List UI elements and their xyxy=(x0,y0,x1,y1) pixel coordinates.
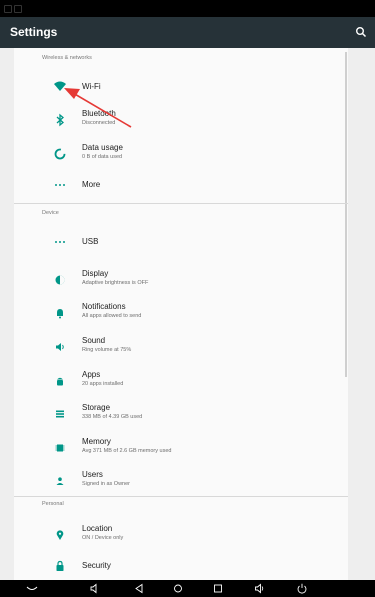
item-summary: ON / Device only xyxy=(82,535,124,541)
item-summary: 20 apps installed xyxy=(82,381,124,387)
section-header-wireless: Wireless & networks xyxy=(42,55,92,61)
item-summary: 0 B of data used xyxy=(82,154,123,160)
item-title: Bluetooth xyxy=(82,109,116,118)
settings-item-security[interactable]: Security xyxy=(14,552,348,582)
more-icon xyxy=(55,241,65,243)
item-title: Display xyxy=(82,269,109,278)
status-icon xyxy=(4,5,12,13)
power-icon[interactable] xyxy=(296,583,308,594)
settings-item-location[interactable]: Location ON / Device only xyxy=(14,521,348,551)
bluetooth-icon xyxy=(56,113,64,127)
divider xyxy=(14,496,348,497)
item-title: Notifications xyxy=(82,302,126,311)
status-icon xyxy=(14,5,22,13)
item-title: Sound xyxy=(82,336,106,345)
settings-item-more[interactable]: More xyxy=(14,171,348,201)
data-usage-icon xyxy=(54,148,66,160)
item-title: Storage xyxy=(82,403,111,412)
right-gutter xyxy=(348,48,375,580)
status-bar xyxy=(0,0,375,17)
collapse-icon[interactable] xyxy=(26,583,38,594)
settings-item-notifications[interactable]: Notifications All apps allowed to send xyxy=(14,299,348,329)
wifi-icon xyxy=(54,81,66,91)
item-title: Apps xyxy=(82,370,101,379)
volume-icon xyxy=(56,343,64,351)
bell-icon xyxy=(57,309,63,319)
settings-item-apps[interactable]: Apps 20 apps installed xyxy=(14,367,348,397)
divider xyxy=(14,203,348,204)
settings-item-users[interactable]: Users Signed in as Owner xyxy=(14,467,348,497)
item-summary: Disconnected xyxy=(82,120,116,126)
settings-item-data-usage[interactable]: Data usage 0 B of data used xyxy=(14,140,348,170)
item-title: Users xyxy=(82,470,103,479)
item-title: Wi-Fi xyxy=(82,82,101,91)
item-summary: Avg 371 MB of 2.6 GB memory used xyxy=(82,448,172,454)
storage-icon xyxy=(56,410,64,418)
section-header-personal: Personal xyxy=(42,501,64,507)
settings-item-display[interactable]: Display Adaptive brightness is OFF xyxy=(14,266,348,296)
volume-up-icon[interactable] xyxy=(254,583,266,594)
item-title: More xyxy=(82,180,101,189)
item-title: Data usage xyxy=(82,143,123,152)
item-title: USB xyxy=(82,237,99,246)
recents-icon[interactable] xyxy=(212,583,224,594)
more-icon xyxy=(55,184,65,186)
volume-down-icon[interactable] xyxy=(89,583,101,594)
settings-item-wifi[interactable]: Wi-Fi xyxy=(14,73,348,103)
settings-item-memory[interactable]: Memory Avg 371 MB of 2.6 GB memory used xyxy=(14,434,348,464)
section-header-device: Device xyxy=(42,210,59,216)
item-title: Security xyxy=(82,561,111,570)
item-summary: 338 MB of 4.39 GB used xyxy=(82,414,143,420)
back-icon[interactable] xyxy=(133,583,145,594)
location-pin-icon xyxy=(56,530,64,540)
memory-icon xyxy=(55,444,65,452)
navigation-bar xyxy=(0,580,375,597)
left-gutter xyxy=(0,48,14,580)
page-title: Settings xyxy=(10,25,58,39)
settings-item-usb[interactable]: USB xyxy=(14,228,348,258)
app-bar: Settings xyxy=(0,17,375,48)
home-icon[interactable] xyxy=(172,583,184,594)
settings-item-sound[interactable]: Sound Ring volume at 75% xyxy=(14,333,348,363)
settings-item-bluetooth[interactable]: Bluetooth Disconnected xyxy=(14,106,348,136)
person-icon xyxy=(56,477,64,485)
settings-item-storage[interactable]: Storage 338 MB of 4.39 GB used xyxy=(14,400,348,430)
item-summary: Ring volume at 75% xyxy=(82,347,132,353)
item-title: Memory xyxy=(82,437,111,446)
item-summary: Signed in as Owner xyxy=(82,481,130,487)
search-icon[interactable] xyxy=(355,26,367,38)
item-title: Location xyxy=(82,524,113,533)
item-summary: All apps allowed to send xyxy=(82,313,142,319)
android-icon xyxy=(57,377,63,386)
lock-icon xyxy=(56,560,64,571)
item-summary: Adaptive brightness is OFF xyxy=(82,280,149,286)
brightness-icon xyxy=(55,275,65,285)
